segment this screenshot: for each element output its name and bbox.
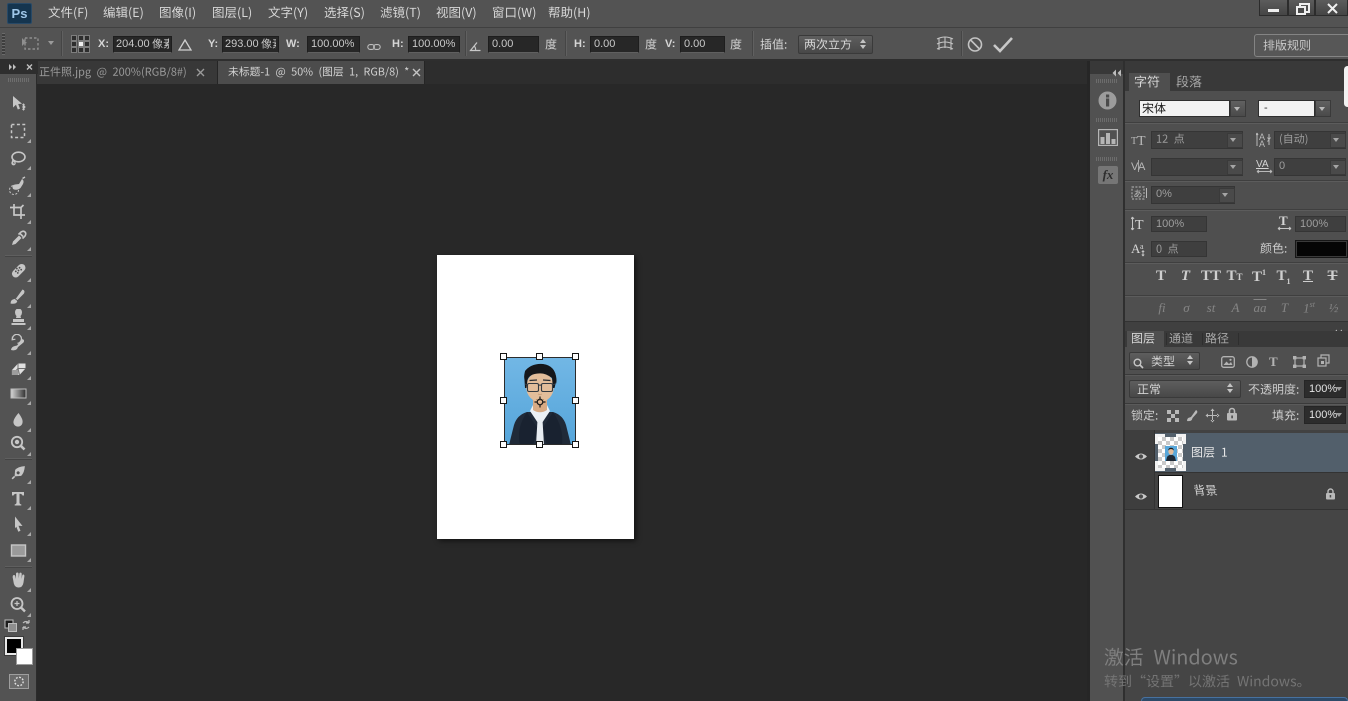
svg-text:あ: あ — [1133, 189, 1142, 199]
svg-text:VA: VA — [1256, 159, 1269, 170]
svg-text:A: A — [1259, 139, 1265, 148]
svg-text:a: a — [1140, 242, 1144, 251]
svg-text:T: T — [1137, 134, 1146, 146]
svg-text:T: T — [1135, 218, 1144, 231]
svg-text:T: T — [1279, 215, 1288, 228]
svg-text:A: A — [1138, 161, 1146, 173]
